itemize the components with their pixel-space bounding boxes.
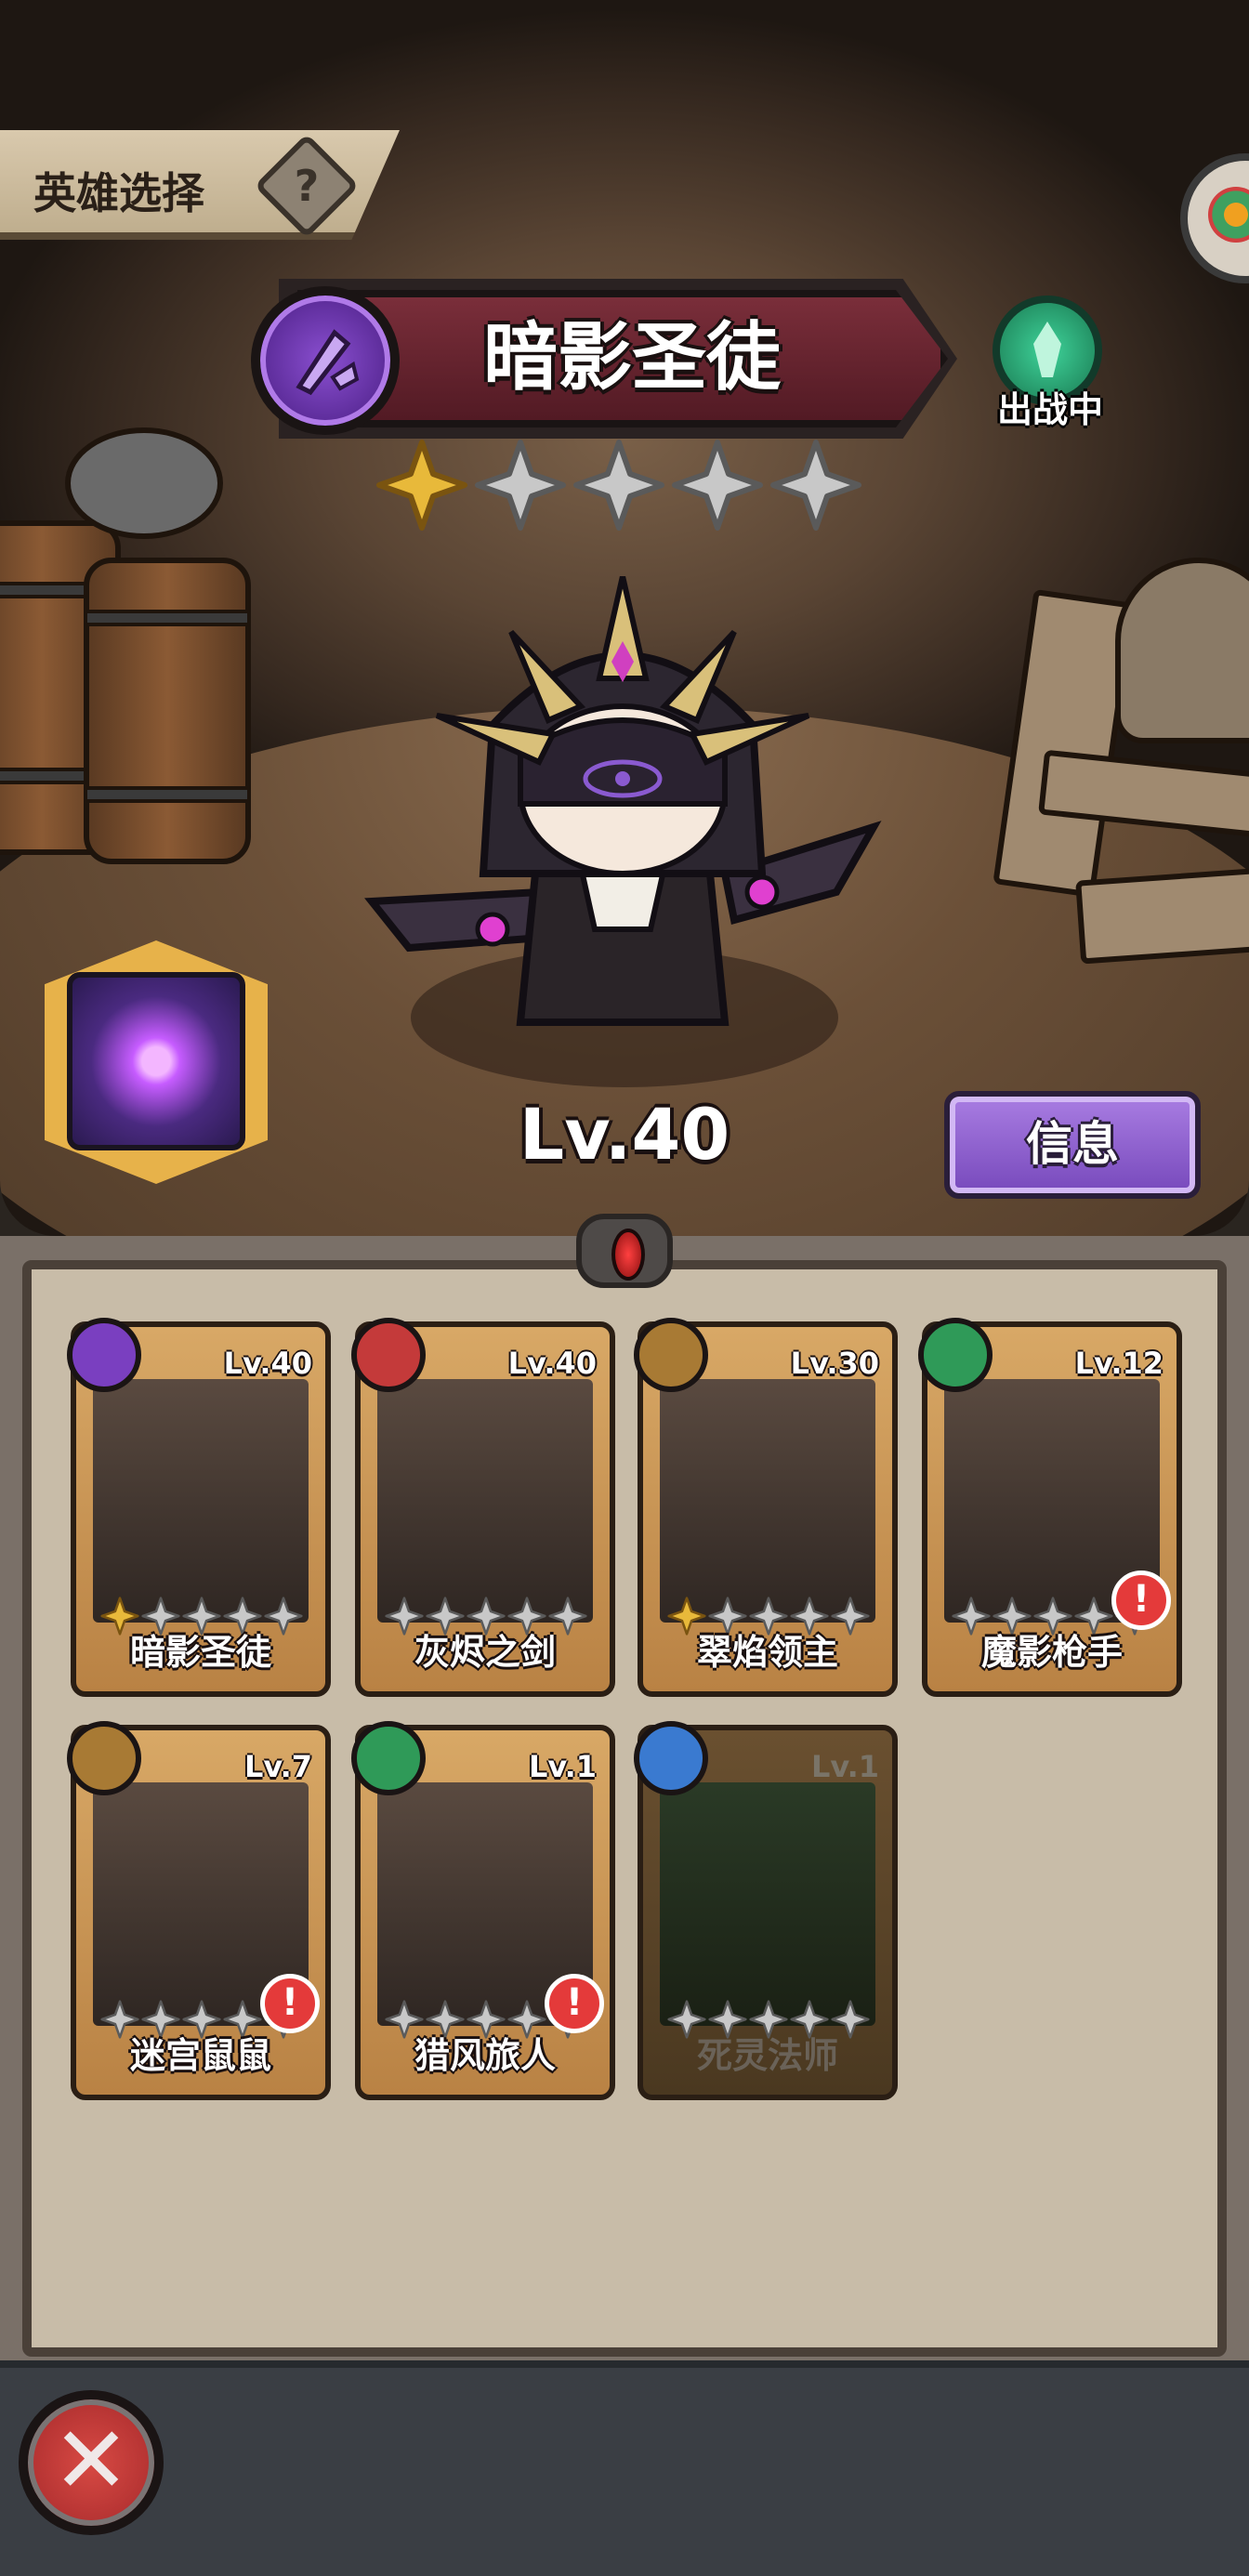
hero-card[interactable]: Lv.1! 猎风旅人 <box>351 1721 615 2100</box>
hero-portrait <box>93 1379 309 1623</box>
star-filled-icon <box>375 439 468 532</box>
star-empty-icon <box>572 439 665 532</box>
page-title: 英雄选择 <box>33 168 204 218</box>
hero-card-name: 猎风旅人 <box>414 2035 556 2076</box>
hero-class-icon <box>634 1318 708 1392</box>
hero-card[interactable]: Lv.12! 魔影枪手 <box>918 1318 1182 1697</box>
alert-icon: ! <box>1111 1571 1171 1630</box>
hero-class-icon <box>351 1318 426 1392</box>
hero-showcase: 英雄选择 ? 暗影圣徒 出战中 Lv.40 信息 <box>0 0 1249 1236</box>
hero-portrait <box>660 1379 875 1623</box>
hero-card[interactable]: Lv.40 灰烬之剑 <box>351 1318 615 1697</box>
hero-portrait <box>377 1379 593 1623</box>
helmet-decoration <box>1115 558 1249 743</box>
hero-card-name: 翠焰领主 <box>696 1632 838 1673</box>
hero-card-level: Lv.1 <box>528 1749 597 1784</box>
star-empty-icon <box>769 439 862 532</box>
hero-card[interactable]: Lv.40 暗影圣徒 <box>67 1318 331 1697</box>
close-icon: ✕ <box>52 2406 130 2515</box>
hero-card-level: Lv.1 <box>810 1749 879 1784</box>
assassin-class-icon <box>251 286 400 435</box>
hero-class-icon <box>67 1721 141 1795</box>
question-icon: ? <box>294 161 320 211</box>
hero-card-level: Lv.40 <box>223 1346 312 1381</box>
hero-class-icon <box>351 1721 426 1795</box>
hero-card-level: Lv.30 <box>790 1346 879 1381</box>
hero-card-level: Lv.40 <box>507 1346 597 1381</box>
info-button[interactable]: 信息 <box>944 1091 1201 1199</box>
hero-star-rating <box>375 439 877 541</box>
flower-menu-icon[interactable] <box>1180 153 1249 283</box>
bottom-bar <box>0 2360 1249 2576</box>
hero-card-name: 灰烬之剑 <box>414 1632 556 1673</box>
barrel-tap <box>65 427 223 539</box>
panel-eye-gem-icon <box>576 1214 673 1288</box>
hero-figure <box>364 576 882 1026</box>
close-button[interactable]: ✕ <box>19 2390 164 2535</box>
hero-card[interactable]: Lv.7! 迷宫鼠鼠 <box>67 1721 331 2100</box>
hero-card-name: 暗影圣徒 <box>129 1632 271 1673</box>
hero-class-icon <box>918 1318 993 1392</box>
hero-portrait <box>660 1782 875 2026</box>
hero-card[interactable]: Lv.30 翠焰领主 <box>634 1318 898 1697</box>
hero-card-name: 魔影枪手 <box>980 1632 1123 1673</box>
star-empty-icon <box>474 439 567 532</box>
star-empty-icon <box>671 439 764 532</box>
hero-level: Lv.40 <box>519 1093 730 1176</box>
hero-class-icon <box>67 1318 141 1392</box>
hero-name: 暗影圣徒 <box>483 314 781 401</box>
hero-class-icon <box>634 1721 708 1795</box>
barrel-decoration <box>84 558 251 864</box>
shadow-orb-artifact-icon[interactable] <box>67 972 245 1150</box>
hero-card-name: 迷宫鼠鼠 <box>129 2035 271 2076</box>
hero-card[interactable]: Lv.1 死灵法师 <box>634 1721 898 2100</box>
alert-icon: ! <box>260 1974 320 2033</box>
rubble-decoration <box>1075 866 1249 965</box>
alert-icon: ! <box>545 1974 604 2033</box>
hero-card-level: Lv.12 <box>1074 1346 1164 1381</box>
hero-card-name: 死灵法师 <box>696 2035 838 2076</box>
hero-card-level: Lv.7 <box>243 1749 312 1784</box>
deployed-status: 出战中 <box>996 389 1103 430</box>
